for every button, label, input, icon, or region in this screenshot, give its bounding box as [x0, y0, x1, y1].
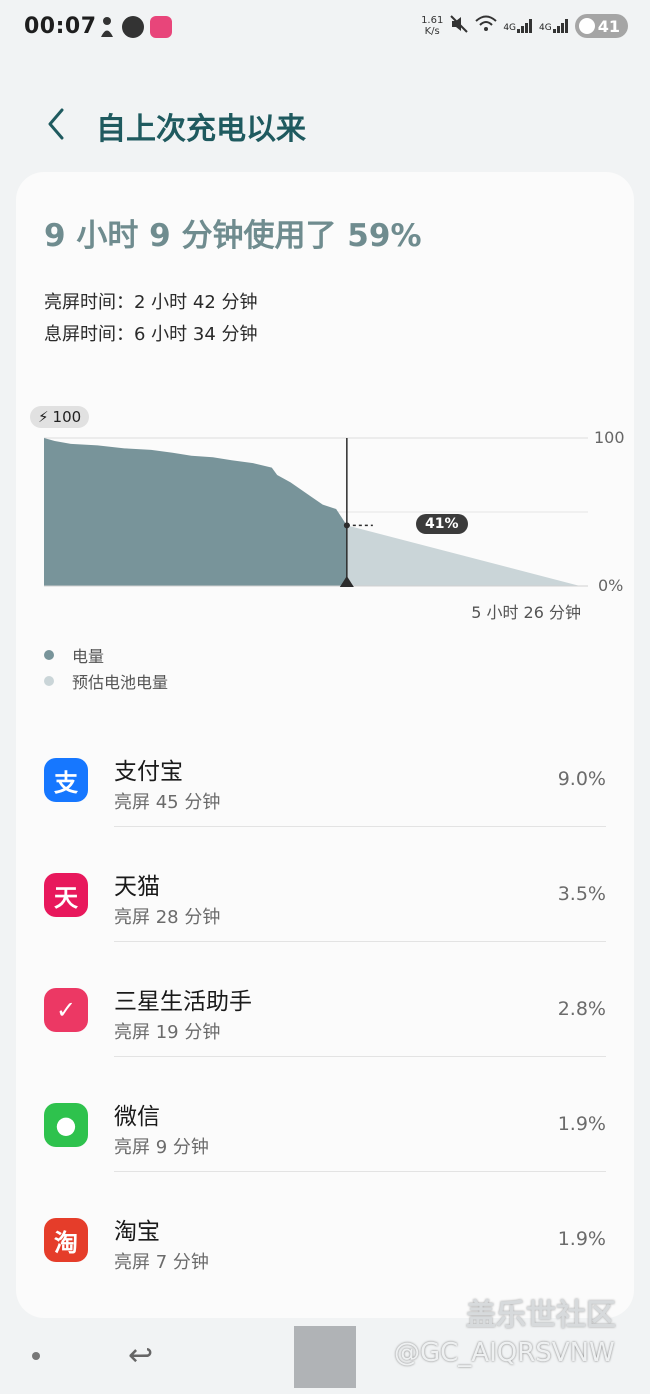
battery-usage-card: 9 小时 9 分钟使用了 59% 亮屏时间：2 小时 42 分钟 息屏时间：6 … — [16, 172, 634, 1318]
charge-start-badge: ⚡ 100 — [30, 406, 90, 428]
bolt-icon: ⚡ — [38, 408, 49, 426]
page-title: 自上次充电以来 — [96, 112, 306, 147]
signal1-label: 4G — [503, 23, 517, 33]
app-name: 淘宝 — [114, 1219, 160, 1245]
app-battery-percent: 3.5% — [557, 883, 606, 905]
alipay-icon: 支 — [44, 758, 88, 802]
charge-start-label: 100 — [52, 408, 82, 426]
chart-legend: 电量 预估电池电量 — [44, 642, 168, 694]
legend-label-predicted: 预估电池电量 — [72, 673, 169, 692]
app-name: 三星生活助手 — [114, 989, 252, 1015]
series-actual-area — [44, 438, 347, 586]
screen-on-time: 亮屏时间：2 小时 42 分钟 — [44, 292, 258, 313]
legend-item-predicted: 预估电池电量 — [44, 668, 168, 694]
app-screen-time: 亮屏 28 分钟 — [114, 907, 221, 928]
legend-label-actual: 电量 — [72, 647, 105, 666]
nav-back-button[interactable]: ↩ — [128, 1338, 153, 1373]
watermark-site: 盖乐世社区 — [466, 1298, 616, 1333]
taobao-icon: 淘 — [44, 1218, 88, 1262]
net-speed: 1.61 K/s — [421, 15, 443, 37]
watermark-user: @GC_AIQRSVNW — [394, 1338, 615, 1368]
signal-icon-1: 4G — [503, 19, 533, 33]
app-screen-time: 亮屏 45 分钟 — [114, 792, 221, 813]
app-battery-percent: 2.8% — [557, 998, 606, 1020]
app-name: 微信 — [114, 1104, 160, 1130]
app-usage-list: 支支付宝 亮屏 45 分钟 9.0% 天天猫 亮屏 28 分钟 3.5% ✓ 三星生活助手 亮屏… — [16, 712, 634, 1287]
figure-icon — [98, 16, 116, 38]
app-screen-time: 亮屏 7 分钟 — [114, 1252, 209, 1273]
app-notification-icon — [150, 16, 172, 38]
wechat-icon: ● — [44, 1103, 88, 1147]
wifi-icon — [475, 15, 497, 37]
legend-dot-actual — [44, 650, 54, 660]
status-time: 00:07 — [24, 14, 97, 39]
mute-icon — [449, 14, 469, 38]
app-battery-percent: 1.9% — [557, 1228, 606, 1250]
series-predicted-area — [346, 525, 580, 586]
app-name: 支付宝 — [114, 759, 183, 785]
app-row[interactable]: ✓ 三星生活助手亮屏 19 分钟 2.8% — [16, 942, 634, 1057]
signal2-label: 4G — [539, 23, 552, 33]
app-battery-percent: 1.9% — [557, 1113, 606, 1135]
current-level-badge: 41% — [416, 514, 468, 534]
battery-chart-svg — [44, 437, 588, 587]
battery-chart[interactable]: ⚡ 100 100 0% 5 小时 26 分钟 41% — [26, 400, 626, 630]
y-axis-bottom-label: 0% — [598, 576, 624, 595]
app-name: 天猫 — [114, 874, 160, 900]
nav-recents-button[interactable] — [32, 1352, 40, 1360]
app-row[interactable]: ● 微信亮屏 9 分钟 1.9% — [16, 1057, 634, 1172]
avatar — [294, 1326, 356, 1388]
chevron-left-icon — [48, 108, 64, 140]
status-bar: 00:07 1.61 K/s 4G 4G 41 — [0, 0, 650, 58]
signal-icon-2: 4G — [539, 19, 569, 33]
battery-level: 41 — [597, 16, 620, 36]
app-screen-time: 亮屏 9 分钟 — [114, 1137, 209, 1158]
back-button[interactable] — [42, 104, 74, 144]
app-screen-time: 亮屏 19 分钟 — [114, 1022, 221, 1043]
legend-item-actual: 电量 — [44, 642, 168, 668]
x-axis-end-label: 5 小时 26 分钟 — [471, 603, 581, 622]
app-row[interactable]: 天天猫亮屏 28 分钟 3.5% — [16, 827, 634, 942]
net-speed-value: 1.61 — [421, 15, 444, 26]
usage-summary: 9 小时 9 分钟使用了 59% — [44, 218, 422, 254]
app-row[interactable]: 支支付宝亮屏 45 分钟 9.0% — [16, 712, 634, 827]
y-axis-top-label: 100 — [594, 428, 625, 447]
net-speed-unit: K/s — [424, 26, 440, 37]
battery-indicator: 41 — [574, 14, 628, 38]
reminder-icon: ✓ — [44, 988, 88, 1032]
app-row[interactable]: 淘淘宝亮屏 7 分钟 1.9% — [16, 1172, 634, 1287]
app-battery-percent: 9.0% — [557, 768, 606, 790]
leaf-icon — [578, 18, 595, 34]
tmall-icon: 天 — [44, 873, 88, 917]
chat-icon — [122, 16, 144, 38]
legend-dot-predicted — [44, 676, 54, 686]
screen-off-time: 息屏时间：6 小时 34 分钟 — [44, 324, 258, 345]
